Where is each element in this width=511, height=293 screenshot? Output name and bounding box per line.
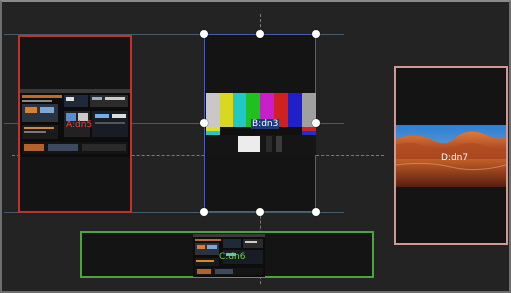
resize-handle-right[interactable] bbox=[312, 119, 320, 127]
resize-handle-bottom-right[interactable] bbox=[312, 208, 320, 216]
source-label: B:dn3 bbox=[251, 119, 280, 129]
source-label: C:dn6 bbox=[219, 252, 246, 262]
source-window-b[interactable]: B:dn3 bbox=[204, 34, 316, 212]
resize-handle-bottom-left[interactable] bbox=[200, 208, 208, 216]
resize-handle-top-left[interactable] bbox=[200, 30, 208, 38]
source-window-c[interactable]: C:dn6 bbox=[80, 231, 374, 278]
resize-handle-top[interactable] bbox=[256, 30, 264, 38]
resize-handle-left[interactable] bbox=[200, 119, 208, 127]
layout-canvas[interactable]: A:dn5 B:dn3 C:dn6 D:dn7 bbox=[0, 0, 511, 293]
source-window-a[interactable]: A:dn5 bbox=[18, 35, 132, 213]
source-label: A:dn5 bbox=[66, 120, 93, 130]
source-label: D:dn7 bbox=[441, 153, 469, 163]
resize-handle-bottom[interactable] bbox=[256, 208, 264, 216]
source-window-d[interactable]: D:dn7 bbox=[394, 66, 508, 245]
resize-handle-top-right[interactable] bbox=[312, 30, 320, 38]
